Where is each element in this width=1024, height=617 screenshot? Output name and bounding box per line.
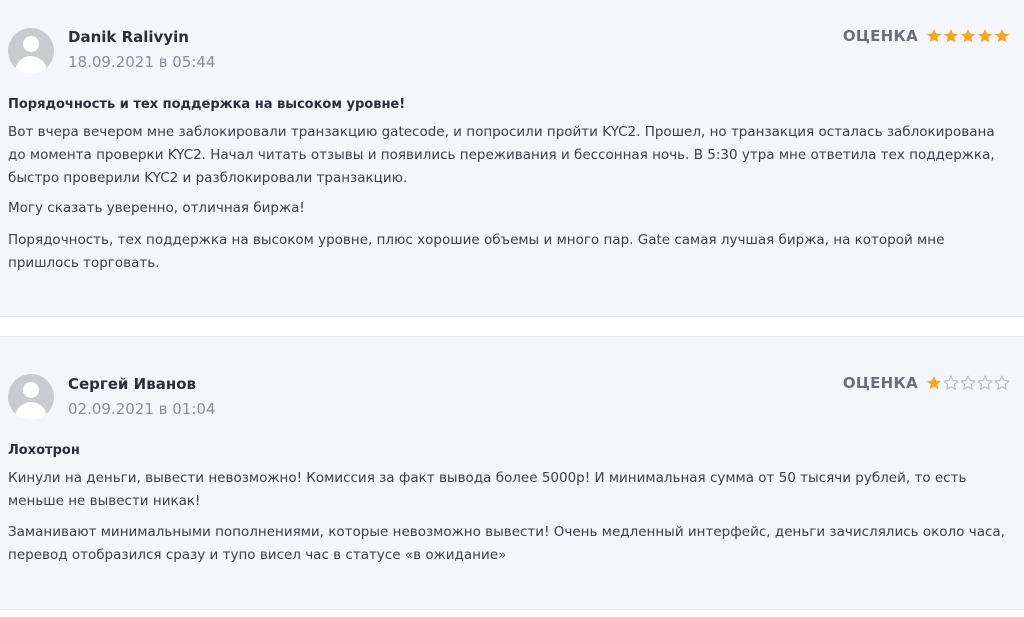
review-author: Danik Ralivyin [68, 28, 189, 46]
divider [0, 609, 1024, 610]
star-empty-icon [960, 375, 976, 390]
star-filled-icon [961, 29, 975, 43]
star-filled-icon [944, 29, 958, 43]
review-rating: ОЦЕНКА [843, 27, 1010, 45]
star-filled-icon [995, 29, 1009, 43]
star-filled-icon [978, 29, 992, 43]
review-title: Лохотрон [8, 443, 80, 458]
review-title: Порядочность и тех поддержка на высоком … [8, 97, 406, 112]
review-rating: ОЦЕНКА [843, 374, 1010, 392]
avatar [8, 374, 54, 420]
review-paragraph: Могу сказать уверенно, отличная биржа! [8, 200, 305, 216]
review-card: Danik Ralivyin 18.09.2021 в 05:44 ОЦЕНКА… [0, 0, 1024, 316]
review-paragraph: Порядочность, тех поддержка на высоком у… [8, 232, 945, 271]
review-date: 18.09.2021 в 05:44 [68, 53, 216, 71]
rating-stars [926, 28, 1010, 44]
rating-stars [926, 375, 1010, 391]
review-card: Сергей Иванов 02.09.2021 в 01:04 ОЦЕНКА … [0, 337, 1024, 609]
review-author: Сергей Иванов [68, 375, 196, 393]
reviews-page: Danik Ralivyin 18.09.2021 в 05:44 ОЦЕНКА… [0, 0, 1024, 617]
star-empty-icon [994, 375, 1010, 390]
star-filled-icon [927, 376, 941, 390]
rating-label: ОЦЕНКА [842, 27, 918, 45]
divider [0, 316, 1024, 317]
rating-label: ОЦЕНКА [842, 374, 918, 392]
review-paragraph: Вот вчера вечером мне заблокировали тран… [8, 124, 995, 186]
star-filled-icon [927, 29, 941, 43]
star-empty-icon [943, 375, 959, 390]
review-date: 02.09.2021 в 01:04 [68, 400, 216, 418]
review-paragraph: Заманивают минимальными пополнениями, ко… [8, 524, 1005, 563]
star-empty-icon [977, 375, 993, 390]
review-paragraph: Кинули на деньги, вывести невозможно! Ко… [8, 470, 967, 509]
avatar [8, 28, 54, 74]
